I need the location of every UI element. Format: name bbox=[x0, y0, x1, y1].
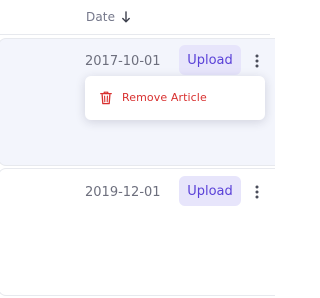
row-date: 2017-10-01 bbox=[85, 54, 161, 69]
kebab-icon[interactable] bbox=[252, 184, 262, 200]
row-actions-menu: Remove Article bbox=[85, 76, 265, 120]
trash-icon bbox=[100, 91, 112, 105]
table-header: Date bbox=[0, 0, 270, 35]
date-column-label: Date bbox=[86, 10, 116, 24]
upload-button[interactable]: Upload bbox=[179, 45, 241, 75]
upload-button[interactable]: Upload bbox=[179, 176, 241, 206]
articles-table: Date 2017-10-01 Upload 2019-12-01 Upload bbox=[0, 0, 275, 298]
arrow-down-icon bbox=[122, 11, 130, 23]
table-row: 2019-12-01 Upload bbox=[0, 168, 275, 296]
date-column-header[interactable]: Date bbox=[86, 10, 131, 24]
row-date: 2019-12-01 bbox=[85, 185, 161, 200]
remove-article-menu-item[interactable]: Remove Article bbox=[85, 76, 265, 120]
kebab-icon[interactable] bbox=[252, 53, 262, 69]
remove-article-label: Remove Article bbox=[122, 91, 207, 104]
